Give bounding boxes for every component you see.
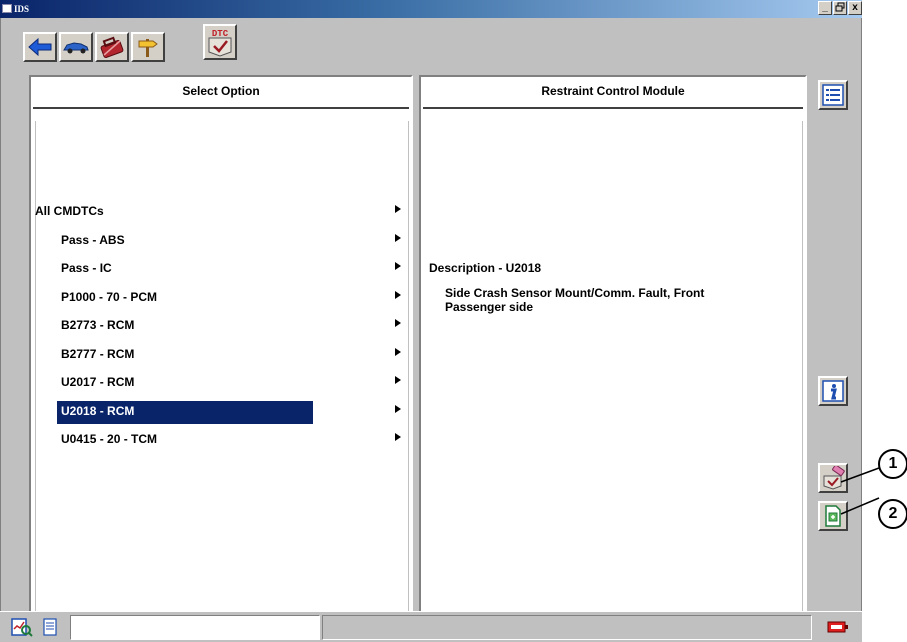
diagnostics-icon <box>11 618 33 637</box>
option-label: P1000 - 70 - PCM <box>61 289 158 304</box>
signpost-icon <box>138 39 158 57</box>
info-button[interactable] <box>818 376 848 406</box>
option-label: B2773 - RCM <box>61 318 135 332</box>
vehicle-icon <box>63 42 89 54</box>
expand-arrow-icon <box>395 290 401 299</box>
expand-arrow-icon <box>395 233 401 242</box>
expand-arrow-icon <box>395 205 401 213</box>
list-icon <box>822 84 844 106</box>
option-u2017-rcm[interactable]: U2017 - RCM <box>31 368 411 397</box>
back-button[interactable] <box>23 32 57 62</box>
minimize-button[interactable]: _ <box>818 1 832 15</box>
expand-arrow-icon <box>395 376 401 384</box>
signpost-button[interactable] <box>131 32 165 62</box>
status-field <box>70 615 320 640</box>
select-option-panel: Select Option All CMDTCs Pass - ABS Pass… <box>29 75 413 617</box>
module-header: Restraint Control Module <box>423 77 803 109</box>
option-label: All CMDTCs <box>35 204 104 218</box>
title-bar: IDS _ x <box>0 0 862 18</box>
dtc-button[interactable]: DTC <box>203 24 237 60</box>
maximize-button[interactable] <box>833 1 847 15</box>
expand-arrow-icon <box>395 404 401 413</box>
callout-2: 2 <box>878 499 907 529</box>
main-window: DTC Select Option All CMDTCs Pass - ABS … <box>0 18 907 642</box>
vehicle-button[interactable] <box>59 32 93 62</box>
description-title: Description - U2018 <box>429 261 542 275</box>
back-arrow-icon <box>28 37 52 57</box>
option-u0415-tcm[interactable]: U0415 - 20 - TCM <box>31 425 411 454</box>
option-label: U2017 - RCM <box>61 375 135 389</box>
option-all-cmdtcs[interactable]: All CMDTCs <box>31 197 411 226</box>
notepad-icon <box>43 618 57 636</box>
expand-arrow-icon <box>395 262 401 270</box>
callout-1: 1 <box>878 449 907 479</box>
diagnostics-tab-button[interactable] <box>10 616 34 638</box>
option-list: All CMDTCs Pass - ABS Pass - IC P1000 - … <box>31 197 411 454</box>
expand-arrow-icon <box>395 319 401 327</box>
status-bar <box>0 611 862 642</box>
option-b2773-rcm[interactable]: B2773 - RCM <box>31 311 411 340</box>
toolbar: DTC <box>23 24 237 62</box>
battery-status-indicator[interactable] <box>826 616 850 638</box>
list-view-button[interactable] <box>818 80 848 110</box>
option-label: B2777 - RCM <box>61 346 135 361</box>
battery-icon <box>827 621 848 633</box>
toolbox-icon <box>100 36 124 58</box>
option-u2018-rcm[interactable]: U2018 - RCM <box>31 397 411 426</box>
expand-arrow-icon <box>395 433 401 441</box>
option-label: U2018 - RCM <box>57 400 313 424</box>
window-controls: _ x <box>818 1 862 15</box>
info-icon <box>822 380 844 402</box>
panel-divider <box>802 121 803 611</box>
dtc-checkmark-icon: DTC <box>208 29 232 57</box>
option-b2777-rcm[interactable]: B2777 - RCM <box>31 340 411 369</box>
option-pass-ic[interactable]: Pass - IC <box>31 254 411 283</box>
expand-arrow-icon <box>395 347 401 356</box>
status-message-area <box>322 615 812 640</box>
callout-leader-lines <box>840 467 880 515</box>
window-title: IDS <box>14 4 30 14</box>
app-icon <box>2 4 12 13</box>
option-label: Pass - ABS <box>61 232 125 247</box>
option-label: U0415 - 20 - TCM <box>61 432 158 446</box>
option-label: Pass - IC <box>61 261 112 275</box>
option-pass-abs[interactable]: Pass - ABS <box>31 226 411 255</box>
notes-tab-button[interactable] <box>38 616 62 638</box>
description-body: Side Crash Sensor Mount/Comm. Fault, Fro… <box>445 286 705 314</box>
option-p1000-pcm[interactable]: P1000 - 70 - PCM <box>31 283 411 312</box>
module-info-panel: Restraint Control Module Description - U… <box>419 75 807 617</box>
select-option-header: Select Option <box>33 77 409 109</box>
toolbox-button[interactable] <box>95 32 129 62</box>
close-button[interactable]: x <box>848 1 862 15</box>
